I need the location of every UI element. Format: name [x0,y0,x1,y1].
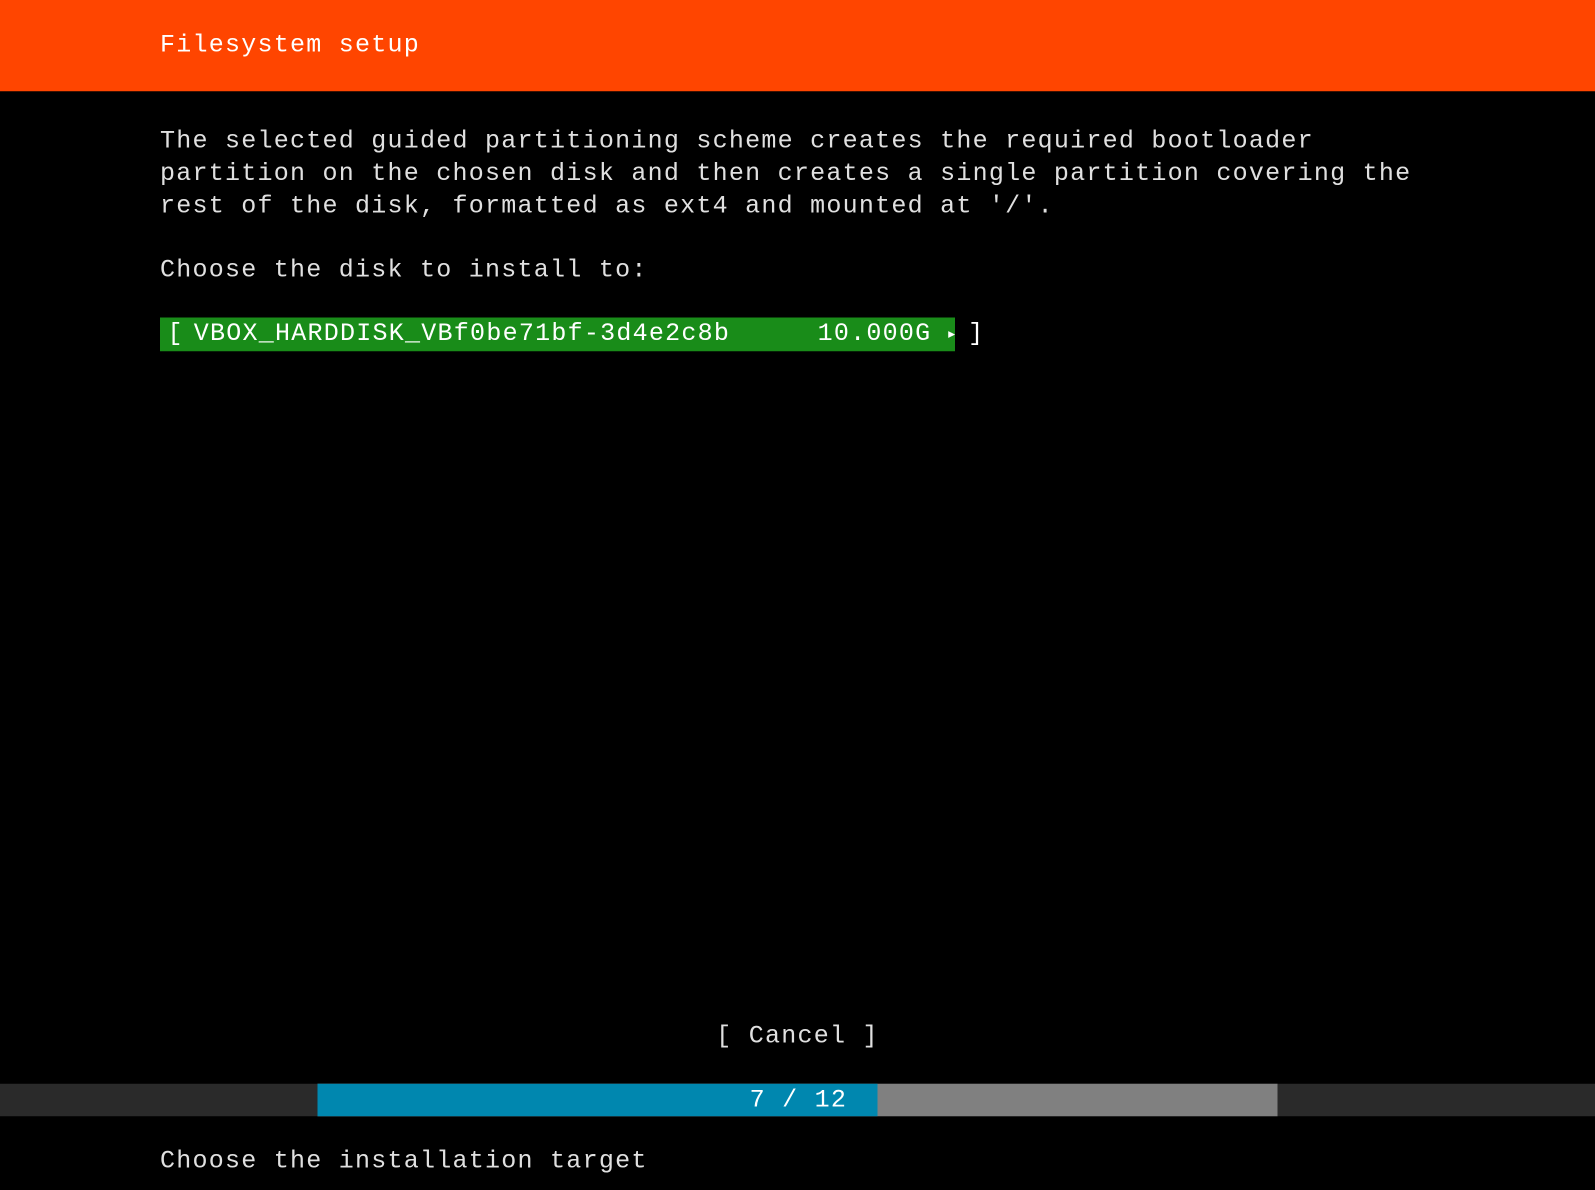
progress-bar: 7 / 12 [0,1084,1595,1117]
disk-option[interactable]: [ VBOX_HARDDISK_VBf0be71bf-3d4e2c8b 10.0… [160,318,955,352]
disk-name: VBOX_HARDDISK_VBf0be71bf-3d4e2c8b [194,320,730,349]
choose-disk-prompt: Choose the disk to install to: [160,256,1435,285]
page-title: Filesystem setup [160,31,420,60]
progress-track: 7 / 12 [318,1084,1278,1117]
description-text: The selected guided partitioning scheme … [160,126,1435,224]
disk-size: 10.000G [818,320,932,349]
chevron-right-icon: ▸ [946,324,958,345]
progress-fill: 7 / 12 [318,1084,878,1117]
bracket-right: ] [968,320,984,349]
main-content: The selected guided partitioning scheme … [0,91,1595,351]
header-bar: Filesystem setup [0,0,1595,91]
cancel-button[interactable]: [ Cancel ] [716,1023,879,1052]
cancel-row: [ Cancel ] [0,1023,1595,1052]
progress-label: 7 / 12 [750,1086,848,1115]
bracket-left: [ [168,320,184,349]
footer-hint: Choose the installation target [160,1148,648,1177]
